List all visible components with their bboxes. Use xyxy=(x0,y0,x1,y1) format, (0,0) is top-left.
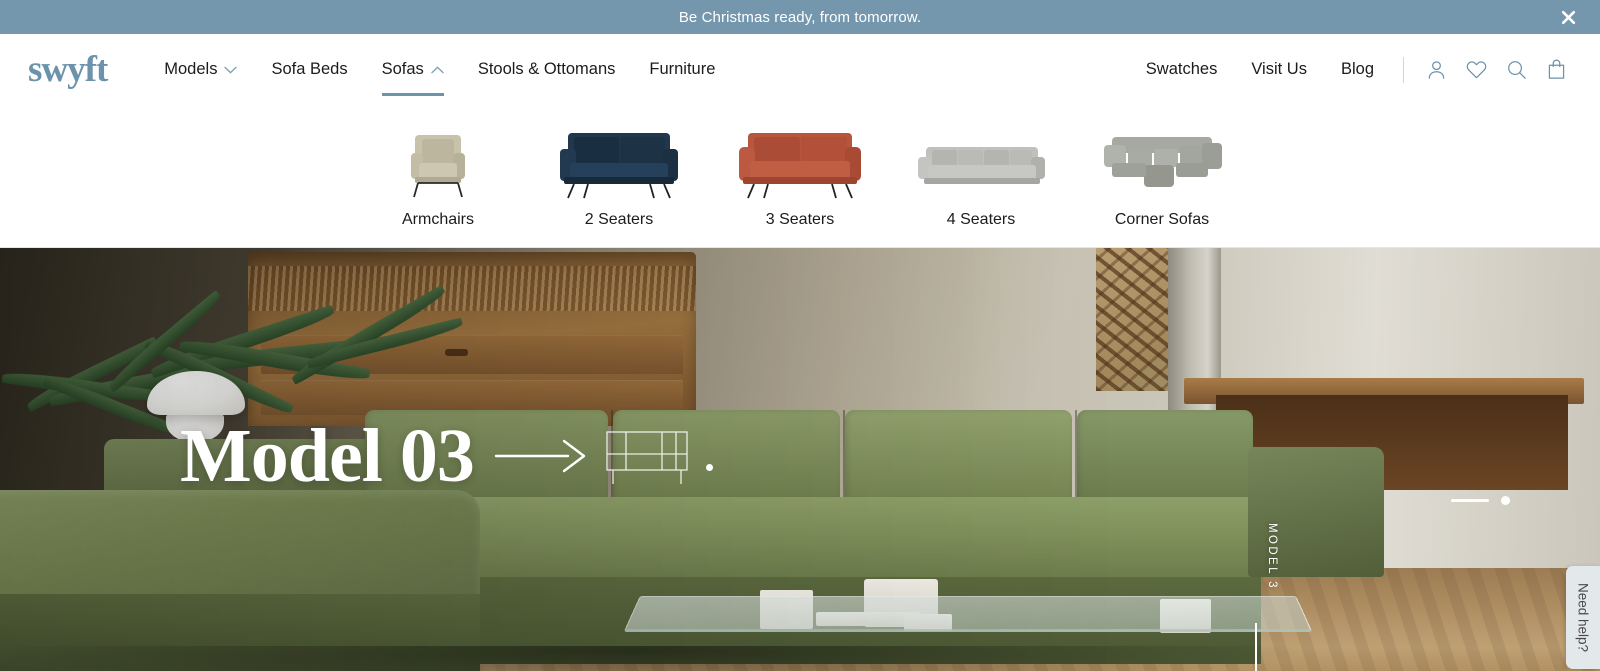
hero-model-line xyxy=(1255,623,1257,671)
megamenu-item-3-seaters[interactable]: 3 Seaters xyxy=(710,119,891,229)
hero-model-label: MODEL 3 xyxy=(1266,523,1278,590)
chevron-up-icon xyxy=(431,65,444,73)
nav-label: Stools & Ottomans xyxy=(477,60,616,78)
site-header: swyft Models Sofa Beds Sofas Stools & Ot… xyxy=(0,34,1600,105)
nav-label: Sofas xyxy=(381,60,424,78)
megamenu-label: 4 Seaters xyxy=(946,211,1016,228)
megamenu-label: 3 Seaters xyxy=(765,211,835,228)
megamenu-label: Corner Sofas xyxy=(1114,211,1210,228)
nav-item-furniture[interactable]: Furniture xyxy=(632,34,732,105)
hero-title: Model 03 xyxy=(180,414,475,498)
sofa-2-seater-icon xyxy=(529,119,710,199)
header-utility-nav: Swatches Visit Us Blog xyxy=(1129,50,1576,90)
carousel-indicator-2[interactable] xyxy=(1501,496,1510,505)
primary-navigation: Models Sofa Beds Sofas Stools & Ottomans… xyxy=(147,34,732,105)
wishlist-heart-icon[interactable] xyxy=(1456,50,1496,90)
hero-accent-dot xyxy=(705,463,713,471)
megamenu-item-2-seaters[interactable]: 2 Seaters xyxy=(529,119,710,229)
megamenu-label: 2 Seaters xyxy=(584,211,654,228)
nav-link-swatches[interactable]: Swatches xyxy=(1129,60,1235,79)
arrow-right-icon xyxy=(494,439,586,473)
search-icon[interactable] xyxy=(1496,50,1536,90)
nav-item-sofas[interactable]: Sofas xyxy=(365,34,461,105)
sofa-outline-sketch-icon xyxy=(606,431,688,484)
sofas-megamenu: Armchairs 2 Seaters 3 Seaters 4 Seaters … xyxy=(0,105,1600,248)
nav-link-visit-us[interactable]: Visit Us xyxy=(1234,60,1324,79)
megamenu-label: Armchairs xyxy=(401,211,474,228)
nav-item-stools-ottomans[interactable]: Stools & Ottomans xyxy=(461,34,633,105)
megamenu-item-armchairs[interactable]: Armchairs xyxy=(348,119,529,229)
account-icon[interactable] xyxy=(1416,50,1456,90)
armchair-icon xyxy=(348,119,529,199)
header-divider xyxy=(1403,56,1404,83)
announcement-text: Be Christmas ready, from tomorrow. xyxy=(678,8,922,26)
nav-item-models[interactable]: Models xyxy=(147,34,254,105)
hero-carousel-indicators xyxy=(1451,496,1510,505)
corner-sofa-icon xyxy=(1072,119,1253,199)
sofa-4-seater-icon xyxy=(891,119,1072,199)
nav-label: Furniture xyxy=(649,60,716,78)
megamenu-item-corner-sofas[interactable]: Corner Sofas xyxy=(1072,119,1253,229)
nav-label: Sofa Beds xyxy=(271,60,348,78)
logo[interactable]: swyft xyxy=(28,51,108,88)
hero-banner: Model 03 SHOP NOW MODEL 3 Need help? xyxy=(0,248,1600,671)
nav-link-blog[interactable]: Blog xyxy=(1324,60,1391,79)
megamenu-item-4-seaters[interactable]: 4 Seaters xyxy=(891,119,1072,229)
nav-item-sofa-beds[interactable]: Sofa Beds xyxy=(254,34,364,105)
announcement-bar: Be Christmas ready, from tomorrow. xyxy=(0,0,1600,34)
sofa-3-seater-icon xyxy=(710,119,891,199)
carousel-indicator-active[interactable] xyxy=(1451,499,1489,502)
chevron-down-icon xyxy=(224,66,238,74)
need-help-tab[interactable]: Need help? xyxy=(1566,566,1600,669)
nav-label: Models xyxy=(164,60,218,78)
hero-headline-group: Model 03 xyxy=(180,418,713,494)
shopping-bag-icon[interactable] xyxy=(1536,50,1576,90)
need-help-label: Need help? xyxy=(1575,582,1591,653)
close-icon[interactable] xyxy=(1558,7,1578,27)
